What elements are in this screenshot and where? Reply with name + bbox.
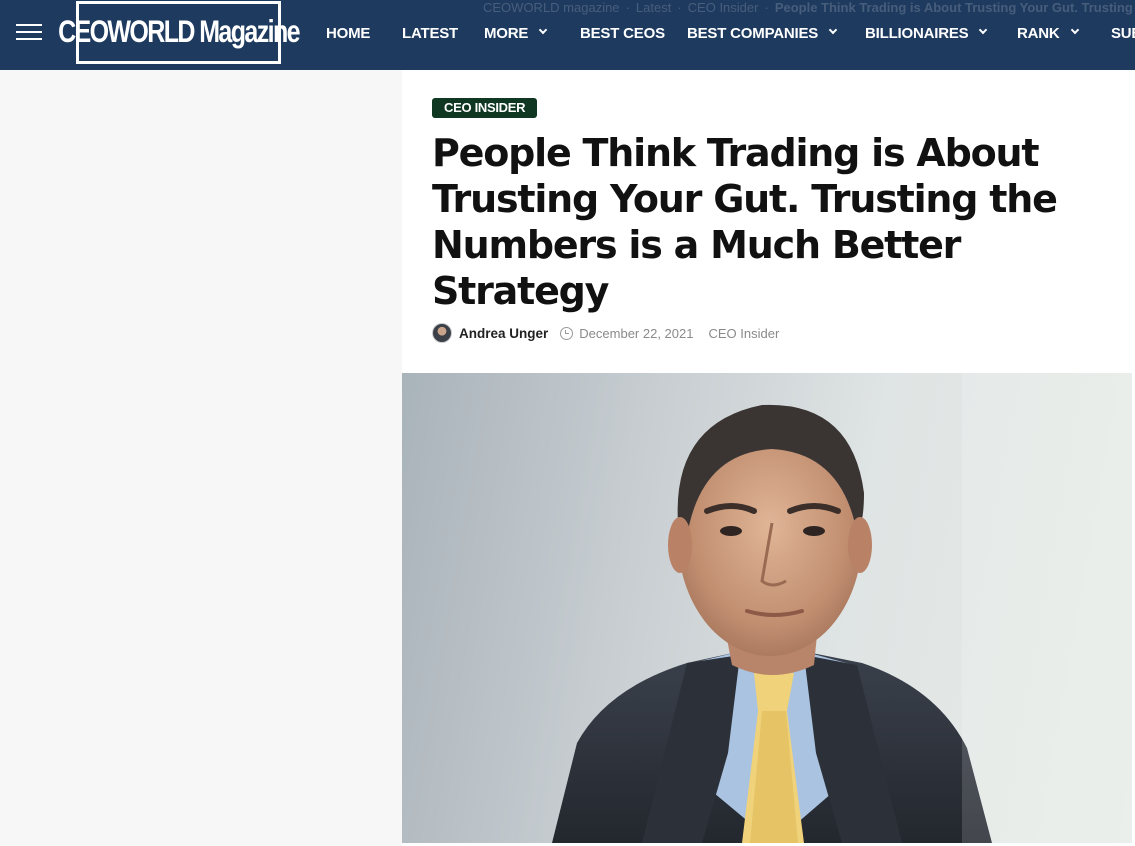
clock-icon [560, 326, 574, 340]
nav-more-label: MORE [484, 25, 529, 42]
breadcrumb-latest[interactable]: Latest [636, 0, 671, 15]
chevron-down-icon [828, 25, 838, 35]
chevron-down-icon [979, 25, 988, 35]
nav-latest-label: LATEST [402, 25, 459, 42]
nav-home[interactable]: HOME [326, 22, 370, 46]
portrait-illustration [552, 373, 1132, 843]
nav-best-ceos-label: BEST CEOS [580, 25, 665, 42]
publish-date: December 22, 2021 [579, 325, 694, 341]
nav-subscribe-label: SUBSCRIBE [1111, 25, 1135, 42]
category-badge[interactable]: CEO INSIDER [432, 98, 538, 118]
top-navbar: CEOWORLD magazine · Latest · CEO Insider · Peo… [0, 0, 1135, 70]
nav-best-ceos[interactable]: BEST CEOS [580, 22, 665, 46]
breadcrumb-category[interactable]: CEO Insider [688, 0, 759, 15]
meta-category-link[interactable]: CEO Insider [708, 326, 779, 341]
nav-rank-label: RANK [1017, 25, 1060, 42]
nav-rank[interactable]: RANK [1017, 22, 1079, 46]
nav-home-label: HOME [326, 25, 371, 42]
logo-text: CEOWORLD Magazine [58, 14, 300, 50]
breadcrumb: CEOWORLD magazine · Latest · CEO Insider · Peo… [483, 0, 1135, 16]
nav-best-companies-label: BEST COMPANIES [687, 25, 819, 42]
article-meta: Andrea Unger December 22, 2021 CEO Insid… [432, 323, 779, 343]
nav-subscribe[interactable]: SUBSCRIBE [1111, 22, 1135, 46]
article-header: CEO INSIDER People Think Trading is Abou… [402, 70, 1135, 846]
chevron-down-icon [1070, 25, 1079, 35]
nav-billionaires-label: BILLIONAIRES [865, 25, 969, 42]
breadcrumb-separator: · [764, 0, 769, 15]
nav-latest[interactable]: LATEST [402, 22, 458, 46]
hamburger-menu-icon[interactable] [16, 24, 42, 44]
site-logo[interactable]: CEOWORLD Magazine [58, 1, 301, 64]
breadcrumb-separator: · [625, 0, 630, 15]
nav-best-companies[interactable]: BEST COMPANIES [687, 22, 838, 46]
author-avatar[interactable] [432, 323, 452, 343]
chevron-down-icon [538, 25, 548, 35]
left-sidebar [0, 70, 402, 846]
author-name[interactable]: Andrea Unger [459, 326, 548, 341]
featured-image [402, 373, 1132, 843]
nav-more[interactable]: MORE [484, 22, 548, 46]
breadcrumb-separator: · [677, 0, 682, 15]
nav-billionaires[interactable]: BILLIONAIRES [865, 22, 988, 46]
breadcrumb-current: People Think Trading is About Trusting Y… [774, 0, 1135, 15]
breadcrumb-home[interactable]: CEOWORLD magazine [483, 0, 620, 15]
article-title: People Think Trading is About Trusting Y… [432, 131, 1058, 313]
